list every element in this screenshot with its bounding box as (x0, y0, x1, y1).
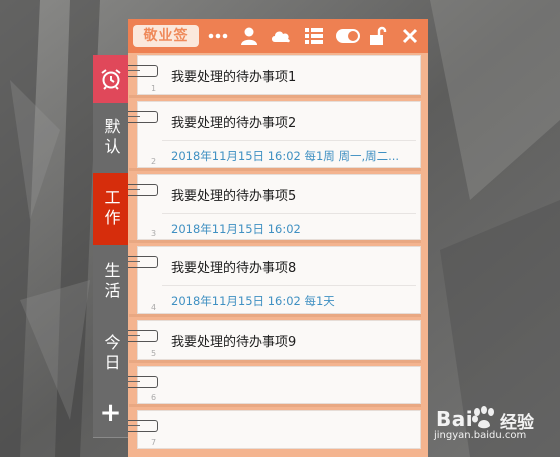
tab-alarm[interactable] (93, 55, 128, 104)
item-number: 4 (151, 303, 157, 312)
list-item[interactable]: 我要处理的待办事项1 1 (128, 55, 423, 98)
todo-card (137, 410, 421, 449)
item-number: 3 (151, 229, 157, 238)
todo-reminder-time: 2018年11月15日 16:02 每1天 (171, 294, 335, 308)
plus-icon: + (99, 398, 122, 428)
divider (129, 314, 421, 317)
divider (129, 95, 421, 98)
todo-title: 我要处理的待办事项2 (171, 116, 297, 131)
tab-default[interactable]: 默认 (93, 103, 128, 174)
user-icon[interactable] (238, 26, 260, 46)
todo-card (137, 366, 421, 404)
tab-work-label: 工作 (101, 189, 121, 229)
watermark-url: jingyan.baidu.com (434, 430, 527, 441)
toolbar: 敬业签 (128, 19, 428, 53)
tab-default-label: 默认 (101, 118, 121, 158)
tab-today-label: 今日 (101, 334, 121, 374)
cloud-icon[interactable] (270, 26, 292, 46)
divider (129, 360, 421, 363)
add-category-button[interactable]: + (93, 389, 128, 438)
alarm-clock-icon (100, 69, 121, 90)
binder-clip-icon (128, 376, 158, 388)
baidu-watermark: Bai 经验 jingyan.baidu.com (428, 400, 560, 457)
binder-clip-icon (128, 65, 158, 77)
list-item[interactable]: 我要处理的待办事项5 2018年11月15日 16:02 3 (128, 174, 423, 243)
list-item[interactable]: 6 (128, 366, 423, 407)
list-item[interactable]: 我要处理的待办事项8 2018年11月15日 16:02 每1天 4 (128, 246, 423, 317)
item-number: 7 (151, 438, 157, 447)
binder-clip-icon (128, 330, 158, 342)
divider (129, 240, 421, 243)
todo-title: 我要处理的待办事项1 (171, 70, 297, 85)
binder-clip-icon (128, 256, 158, 268)
divider (129, 404, 421, 407)
item-number: 2 (151, 157, 157, 166)
divider (129, 168, 421, 171)
binder-clip-icon (128, 420, 158, 432)
binder-clip-icon (128, 184, 158, 196)
watermark-logo: Bai (436, 407, 474, 431)
close-icon[interactable] (399, 26, 421, 46)
toggle-icon[interactable] (335, 26, 361, 46)
todo-reminder-time: 2018年11月15日 16:02 (171, 222, 301, 236)
item-number: 5 (151, 349, 157, 358)
paw-icon (472, 406, 494, 429)
list-icon[interactable] (303, 26, 325, 46)
unlock-icon[interactable] (368, 26, 390, 46)
tab-work[interactable]: 工作 (93, 173, 128, 246)
todo-title: 我要处理的待办事项8 (171, 261, 297, 276)
todo-title: 我要处理的待办事项5 (171, 189, 297, 204)
brand-logo[interactable]: 敬业签 (133, 25, 199, 47)
tab-life-label: 生活 (101, 262, 121, 302)
item-number: 1 (151, 84, 157, 93)
list-item[interactable]: 我要处理的待办事项9 5 (128, 320, 423, 363)
list-item[interactable]: 7 (128, 410, 423, 450)
todo-reminder-time: 2018年11月15日 16:02 每1周 周一,周二... (171, 149, 400, 163)
tab-today[interactable]: 今日 (93, 319, 128, 390)
tab-life[interactable]: 生活 (93, 245, 128, 320)
list-item[interactable]: 我要处理的待办事项2 2018年11月15日 16:02 每1周 周一,周二..… (128, 101, 423, 171)
todo-title: 我要处理的待办事项9 (171, 335, 297, 350)
item-number: 6 (151, 393, 157, 402)
binder-clip-icon (128, 111, 158, 123)
more-icon[interactable] (207, 26, 229, 46)
